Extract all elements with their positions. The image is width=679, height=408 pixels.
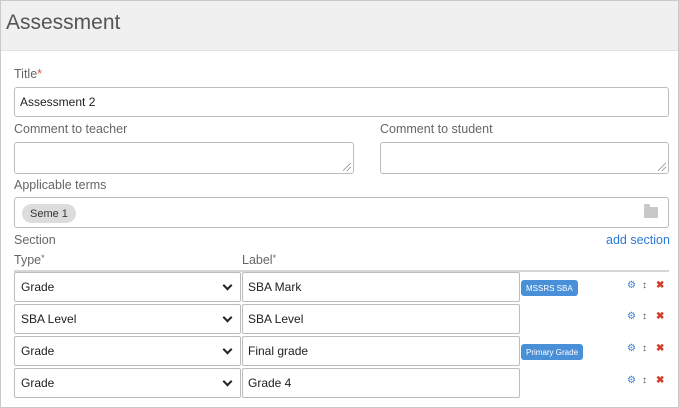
page-title: Assessment [6, 11, 121, 34]
label-input[interactable]: SBA Level [242, 304, 520, 334]
close-icon[interactable]: ✖ [656, 281, 664, 291]
type-column-header: Type* [14, 253, 45, 267]
title-input[interactable]: Assessment 2 [14, 87, 669, 117]
label-input-value: Final grade [248, 344, 309, 358]
label-input-value: Grade 4 [248, 376, 292, 390]
terms-select[interactable]: Seme 1 [14, 197, 669, 228]
assessment-panel: Assessment Title* Assessment 2 Comment t… [0, 0, 679, 408]
arrows-vertical-icon[interactable]: ↕ [642, 344, 647, 354]
comment-student-label: Comment to student [380, 122, 493, 136]
gear-icon[interactable]: ⚙ [627, 312, 636, 322]
folder-icon[interactable] [644, 204, 658, 218]
mapping-badge: Primary Grade [521, 344, 584, 360]
type-select[interactable]: Grade [14, 368, 241, 398]
comment-student-textarea[interactable] [380, 142, 669, 174]
label-input[interactable]: Grade 4 [242, 368, 520, 398]
chevron-down-icon [222, 280, 233, 290]
add-section-link[interactable]: add section [606, 233, 670, 247]
required-mark: * [272, 253, 277, 263]
arrows-vertical-icon[interactable]: ↕ [642, 376, 647, 386]
label-input-value: SBA Mark [248, 280, 302, 294]
type-header-text: Type [14, 253, 42, 267]
title-input-value: Assessment 2 [20, 95, 96, 109]
chevron-down-icon [222, 376, 233, 386]
chevron-down-icon [222, 312, 233, 322]
type-select[interactable]: Grade [14, 336, 241, 366]
gear-icon[interactable]: ⚙ [627, 376, 636, 386]
gear-icon[interactable]: ⚙ [627, 344, 636, 354]
title-label-text: Title [14, 67, 38, 81]
mapping-badge: MSSRS SBA [521, 280, 578, 296]
type-select-value: SBA Level [21, 312, 77, 326]
label-header-text: Label [242, 253, 273, 267]
close-icon[interactable]: ✖ [656, 312, 664, 322]
label-input[interactable]: Final grade [242, 336, 520, 366]
arrows-vertical-icon[interactable]: ↕ [642, 312, 647, 322]
required-mark: * [37, 67, 43, 81]
close-icon[interactable]: ✖ [656, 344, 664, 354]
panel-header: Assessment [1, 1, 678, 51]
type-select-value: Grade [21, 376, 55, 390]
gear-icon[interactable]: ⚙ [627, 281, 636, 291]
type-select[interactable]: SBA Level [14, 304, 241, 334]
resize-grip[interactable] [658, 163, 666, 171]
chevron-down-icon [222, 344, 233, 354]
close-icon[interactable]: ✖ [656, 376, 664, 386]
resize-grip[interactable] [343, 163, 351, 171]
arrows-vertical-icon[interactable]: ↕ [642, 281, 647, 291]
type-select-value: Grade [21, 280, 55, 294]
comment-teacher-label: Comment to teacher [14, 122, 128, 136]
title-label: Title* [14, 67, 42, 81]
comment-teacher-textarea[interactable] [14, 142, 354, 174]
required-mark: * [41, 253, 45, 263]
label-input[interactable]: SBA Mark [242, 272, 520, 302]
label-input-value: SBA Level [248, 312, 304, 326]
section-label: Section [14, 233, 56, 247]
term-chip[interactable]: Seme 1 [22, 204, 76, 223]
terms-label: Applicable terms [14, 178, 107, 192]
type-select-value: Grade [21, 344, 55, 358]
label-column-header: Label* [242, 253, 276, 267]
type-select[interactable]: Grade [14, 272, 241, 302]
